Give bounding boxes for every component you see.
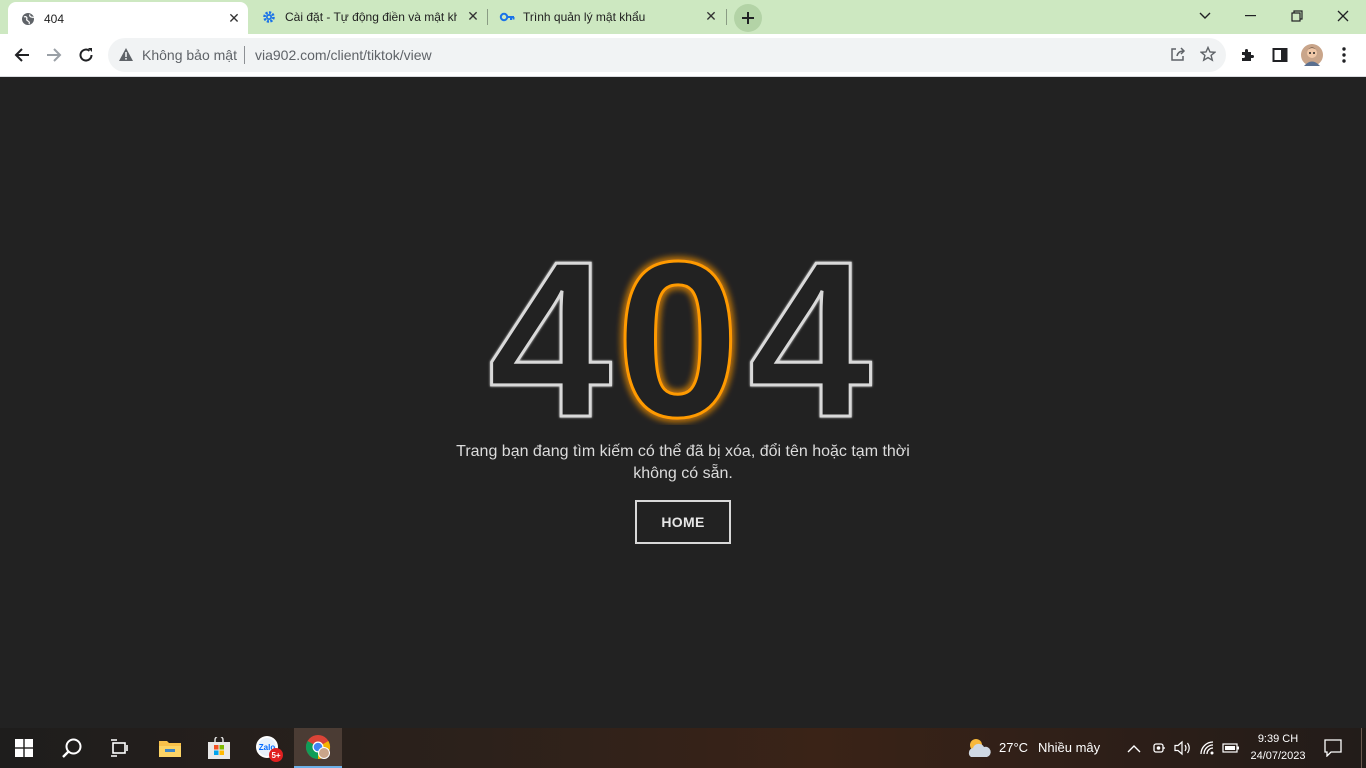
tab-search-button[interactable] [1182,0,1228,32]
zalo-badge: 5+ [271,751,280,760]
error-digit-left: 4 [488,240,611,425]
new-tab-button[interactable] [734,4,762,32]
show-desktop-button[interactable] [1361,728,1362,768]
wifi-icon[interactable] [1199,740,1215,761]
error-code-graphic: 4 0 4 [487,240,873,425]
back-button[interactable] [7,40,37,70]
folder-icon [159,741,181,757]
page-content: 4 0 4 Trang bạn đang tìm kiếm có thể đã … [0,77,1366,728]
weather-icon[interactable] [965,736,993,765]
share-icon[interactable] [1170,46,1186,67]
globe-icon [20,11,36,27]
reload-icon [79,48,93,62]
zalo-button[interactable]: Zalo 5+ [245,728,293,768]
side-panel-icon [1272,48,1288,62]
weather-temp[interactable]: 27°C [999,740,1028,755]
plus-icon [742,12,754,24]
tab-password-manager[interactable]: Trình quản lý mật khẩu ✕ [487,0,725,34]
url-text[interactable]: via902.com/client/tiktok/view [255,47,432,63]
restore-icon [1291,10,1303,22]
puzzle-icon [1242,49,1254,61]
close-tab-icon[interactable]: ✕ [465,8,481,24]
tab-strip: 404 ✕ Cài đặt - Tự động điền và mật khẩu… [0,0,1366,34]
profile-avatar[interactable] [1297,40,1327,70]
error-digit-middle: 0 [616,240,739,425]
warning-icon[interactable] [118,47,134,67]
browser-menu-button[interactable] [1329,40,1359,70]
side-panel-button[interactable] [1265,40,1295,70]
forward-button[interactable] [39,40,69,70]
address-bar[interactable]: Không bảo mật via902.com/client/tiktok/v… [108,38,1226,72]
start-button[interactable] [0,728,48,768]
key-icon [499,9,515,25]
error-digit-right: 4 [748,240,871,425]
tab-title: Cài đặt - Tự động điền và mật khẩu [285,10,457,24]
file-explorer-button[interactable] [146,728,194,768]
search-button[interactable] [48,728,96,768]
clock-time: 9:39 CH [1257,733,1299,745]
home-button[interactable]: HOME [635,500,731,544]
tab-404[interactable]: 404 ✕ [8,2,248,34]
close-window-button[interactable] [1320,0,1366,32]
chrome-icon [305,735,331,759]
bookmark-star-icon[interactable] [1199,45,1217,67]
close-icon [1337,10,1349,22]
battery-icon[interactable] [1222,741,1240,759]
close-tab-icon[interactable]: ✕ [226,10,242,26]
arrow-left-icon [14,48,29,62]
restore-button[interactable] [1274,0,1320,32]
omnibox-divider [244,46,245,64]
tab-title: 404 [44,12,65,26]
chevron-up-icon[interactable] [1127,741,1141,759]
search-icon [62,738,82,758]
minimize-button[interactable] [1228,0,1274,32]
windows-logo-icon [15,739,33,757]
error-message-line2: không có sẵn. [633,465,733,482]
kebab-menu-icon [1342,47,1346,63]
zalo-icon: Zalo5+ [256,736,283,762]
arrow-right-icon [47,48,62,62]
windows-taskbar: Zalo 5+ 27°C Nhiều mây 9:39 CH 24/07/2023 [0,728,1366,768]
extensions-button[interactable] [1233,40,1263,70]
browser-toolbar: Không bảo mật via902.com/client/tiktok/v… [0,34,1366,77]
tab-separator [726,9,727,25]
system-clock[interactable]: 9:39 CH 24/07/2023 [1240,731,1316,765]
chrome-taskbar-button[interactable] [294,728,342,768]
reload-button[interactable] [71,40,101,70]
microsoft-store-button[interactable] [195,728,243,768]
task-view-icon [111,739,128,757]
avatar-icon [1301,44,1323,66]
chevron-down-icon [1199,12,1211,19]
gear-icon [261,9,277,25]
tab-settings-autofill[interactable]: Cài đặt - Tự động điền và mật khẩu ✕ [249,0,487,34]
close-tab-icon[interactable]: ✕ [703,8,719,24]
error-message-line1: Trang bạn đang tìm kiếm có thể đã bị xóa… [456,443,910,460]
store-bag-icon [208,737,230,759]
security-label[interactable]: Không bảo mật [142,47,237,63]
minimize-icon [1245,15,1256,17]
volume-icon[interactable] [1174,740,1192,761]
meet-now-icon[interactable] [1152,740,1166,761]
error-message: Trang bạn đang tìm kiếm có thể đã bị xóa… [433,441,933,485]
tab-title: Trình quản lý mật khẩu [523,10,646,24]
weather-description[interactable]: Nhiều mây [1038,740,1100,755]
notifications-icon[interactable] [1324,739,1342,762]
task-view-button[interactable] [96,728,144,768]
clock-date: 24/07/2023 [1250,750,1306,762]
